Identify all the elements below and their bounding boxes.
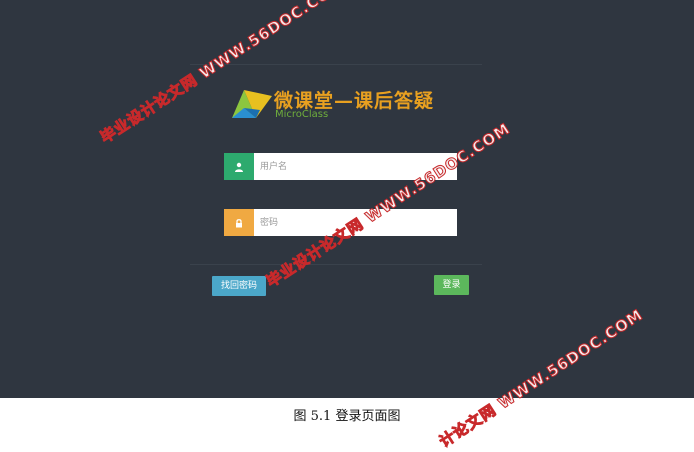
divider-bottom (190, 264, 482, 265)
login-screen: 微课堂—课后答疑 MicroClass 找回密码 登录 (0, 0, 694, 398)
logo: 微课堂—课后答疑 MicroClass (228, 84, 448, 124)
username-field-group (224, 153, 457, 180)
username-input[interactable] (254, 153, 457, 180)
password-input[interactable] (254, 209, 457, 236)
login-button[interactable]: 登录 (434, 275, 469, 295)
figure-caption: 图 5.1 登录页面图 (293, 409, 401, 424)
logo-mark-icon (232, 90, 272, 118)
forgot-password-button[interactable]: 找回密码 (212, 276, 266, 296)
user-icon (224, 153, 254, 180)
password-field-group (224, 209, 457, 236)
divider-top (190, 64, 482, 65)
lock-icon (224, 209, 254, 236)
app-subtitle: MicroClass (275, 109, 329, 120)
